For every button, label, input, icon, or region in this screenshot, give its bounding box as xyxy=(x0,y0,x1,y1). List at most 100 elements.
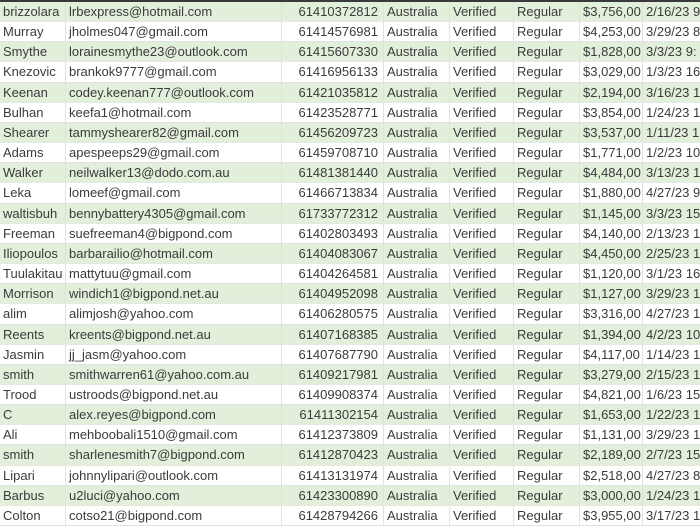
cell-tier[interactable]: Regular xyxy=(514,163,580,184)
cell-country[interactable]: Australia xyxy=(384,143,450,164)
cell-tier[interactable]: Regular xyxy=(514,445,580,466)
cell-phone[interactable]: 61466713834 xyxy=(282,183,384,204)
cell-phone[interactable]: 61459708710 xyxy=(282,143,384,164)
cell-amount[interactable]: $2,189,00 xyxy=(580,445,643,466)
cell-phone[interactable]: 61413131974 xyxy=(282,465,384,486)
cell-tier[interactable]: Regular xyxy=(514,183,580,204)
cell-status[interactable]: Verified xyxy=(450,163,514,184)
cell-date[interactable]: 2/16/23 9 xyxy=(643,2,700,23)
cell-amount[interactable]: $2,518,00 xyxy=(580,465,643,486)
cell-amount[interactable]: $2,194,00 xyxy=(580,82,643,103)
cell-phone[interactable]: 61414576981 xyxy=(282,22,384,43)
cell-tier[interactable]: Regular xyxy=(514,364,580,385)
cell-country[interactable]: Australia xyxy=(384,264,450,285)
cell-date[interactable]: 1/14/23 1 xyxy=(643,345,700,365)
cell-country[interactable]: Australia xyxy=(384,284,450,305)
cell-tier[interactable]: Regular xyxy=(514,62,580,83)
cell-amount[interactable]: $4,821,00 xyxy=(580,384,643,406)
cell-last-name[interactable]: Knezovic xyxy=(0,62,66,83)
cell-date[interactable]: 1/2/23 10 xyxy=(643,143,700,164)
cell-phone[interactable]: 61404952098 xyxy=(282,284,384,305)
cell-email[interactable]: lorainesmythe23@outlook.com xyxy=(66,42,282,63)
cell-amount[interactable]: $3,854,00 xyxy=(580,102,643,123)
cell-email[interactable]: alimjosh@yahoo.com xyxy=(66,304,282,325)
cell-last-name[interactable]: smith xyxy=(0,364,66,385)
cell-amount[interactable]: $3,756,00 xyxy=(580,2,643,23)
cell-country[interactable]: Australia xyxy=(384,122,450,144)
cell-amount[interactable]: $4,450,00 xyxy=(580,243,643,265)
cell-tier[interactable]: Regular xyxy=(514,465,580,486)
cell-email[interactable]: smithwarren61@yahoo.com.au xyxy=(66,364,282,385)
cell-tier[interactable]: Regular xyxy=(514,2,580,23)
cell-amount[interactable]: $3,029,00 xyxy=(580,62,643,83)
cell-country[interactable]: Australia xyxy=(384,485,450,506)
cell-status[interactable]: Verified xyxy=(450,264,514,285)
cell-amount[interactable]: $1,653,00 xyxy=(580,405,643,426)
cell-status[interactable]: Verified xyxy=(450,505,514,526)
cell-status[interactable]: Verified xyxy=(450,284,514,305)
cell-status[interactable]: Verified xyxy=(450,384,514,406)
cell-date[interactable]: 4/27/23 9 xyxy=(643,183,700,204)
cell-country[interactable]: Australia xyxy=(384,324,450,345)
cell-country[interactable]: Australia xyxy=(384,243,450,265)
cell-email[interactable]: windich1@bigpond.net.au xyxy=(66,284,282,305)
cell-last-name[interactable]: Bulhan xyxy=(0,102,66,123)
cell-date[interactable]: 1/24/23 1 xyxy=(643,103,700,123)
cell-tier[interactable]: Regular xyxy=(514,143,580,164)
cell-phone[interactable]: 61421035812 xyxy=(282,82,384,103)
cell-country[interactable]: Australia xyxy=(384,304,450,325)
cell-date[interactable]: 2/15/23 1 xyxy=(643,365,700,385)
cell-country[interactable]: Australia xyxy=(384,384,450,406)
cell-amount[interactable]: $3,537,00 xyxy=(580,122,643,144)
cell-amount[interactable]: $1,771,00 xyxy=(580,143,643,164)
cell-tier[interactable]: Regular xyxy=(514,284,580,305)
cell-last-name[interactable]: Barbus xyxy=(0,485,66,506)
cell-amount[interactable]: $1,145,00 xyxy=(580,203,643,224)
cell-phone[interactable]: 61404083067 xyxy=(282,243,384,265)
cell-status[interactable]: Verified xyxy=(450,485,514,506)
cell-phone[interactable]: 61407168385 xyxy=(282,324,384,345)
cell-email[interactable]: sharlenesmith7@bigpond.com xyxy=(66,445,282,466)
cell-phone[interactable]: 61733772312 xyxy=(282,203,384,224)
cell-status[interactable]: Verified xyxy=(450,344,514,365)
cell-status[interactable]: Verified xyxy=(450,465,514,486)
cell-amount[interactable]: $3,000,00 xyxy=(580,485,643,506)
cell-country[interactable]: Australia xyxy=(384,223,450,244)
cell-last-name[interactable]: Reents xyxy=(0,324,66,345)
cell-amount[interactable]: $4,253,00 xyxy=(580,22,643,43)
cell-email[interactable]: codey.keenan777@outlook.com xyxy=(66,82,282,103)
cell-amount[interactable]: $1,127,00 xyxy=(580,284,643,305)
cell-phone[interactable]: 61404264581 xyxy=(282,264,384,285)
cell-phone[interactable]: 61412870423 xyxy=(282,445,384,466)
cell-country[interactable]: Australia xyxy=(384,203,450,224)
cell-amount[interactable]: $1,394,00 xyxy=(580,324,643,345)
cell-tier[interactable]: Regular xyxy=(514,505,580,526)
cell-date[interactable]: 3/29/23 8 xyxy=(643,22,700,43)
cell-phone[interactable]: 61428794266 xyxy=(282,505,384,526)
cell-email[interactable]: bennybattery4305@gmail.com xyxy=(66,203,282,224)
cell-tier[interactable]: Regular xyxy=(514,82,580,103)
cell-country[interactable]: Australia xyxy=(384,102,450,123)
cell-phone[interactable]: 61407687790 xyxy=(282,344,384,365)
cell-amount[interactable]: $1,120,00 xyxy=(580,264,643,285)
cell-email[interactable]: apespeeps29@gmail.com xyxy=(66,143,282,164)
cell-date[interactable]: 2/7/23 15 xyxy=(643,445,700,466)
cell-phone[interactable]: 61416956133 xyxy=(282,62,384,83)
cell-date[interactable]: 3/3/23 15 xyxy=(643,204,700,224)
cell-last-name[interactable]: Jasmin xyxy=(0,344,66,365)
cell-tier[interactable]: Regular xyxy=(514,425,580,446)
cell-date[interactable]: 3/1/23 16 xyxy=(643,264,700,285)
cell-last-name[interactable]: brizzolara xyxy=(0,2,66,23)
cell-email[interactable]: u2luci@yahoo.com xyxy=(66,485,282,506)
cell-status[interactable]: Verified xyxy=(450,62,514,83)
cell-status[interactable]: Verified xyxy=(450,122,514,144)
cell-phone[interactable]: 61415607330 xyxy=(282,42,384,63)
cell-tier[interactable]: Regular xyxy=(514,223,580,244)
cell-date[interactable]: 4/27/23 1 xyxy=(643,304,700,325)
cell-last-name[interactable]: Lipari xyxy=(0,465,66,486)
cell-email[interactable]: johnnylipari@outlook.com xyxy=(66,465,282,486)
cell-status[interactable]: Verified xyxy=(450,405,514,426)
cell-status[interactable]: Verified xyxy=(450,203,514,224)
cell-date[interactable]: 3/3/23 9: xyxy=(643,42,700,63)
cell-phone[interactable]: 61402803493 xyxy=(282,223,384,244)
